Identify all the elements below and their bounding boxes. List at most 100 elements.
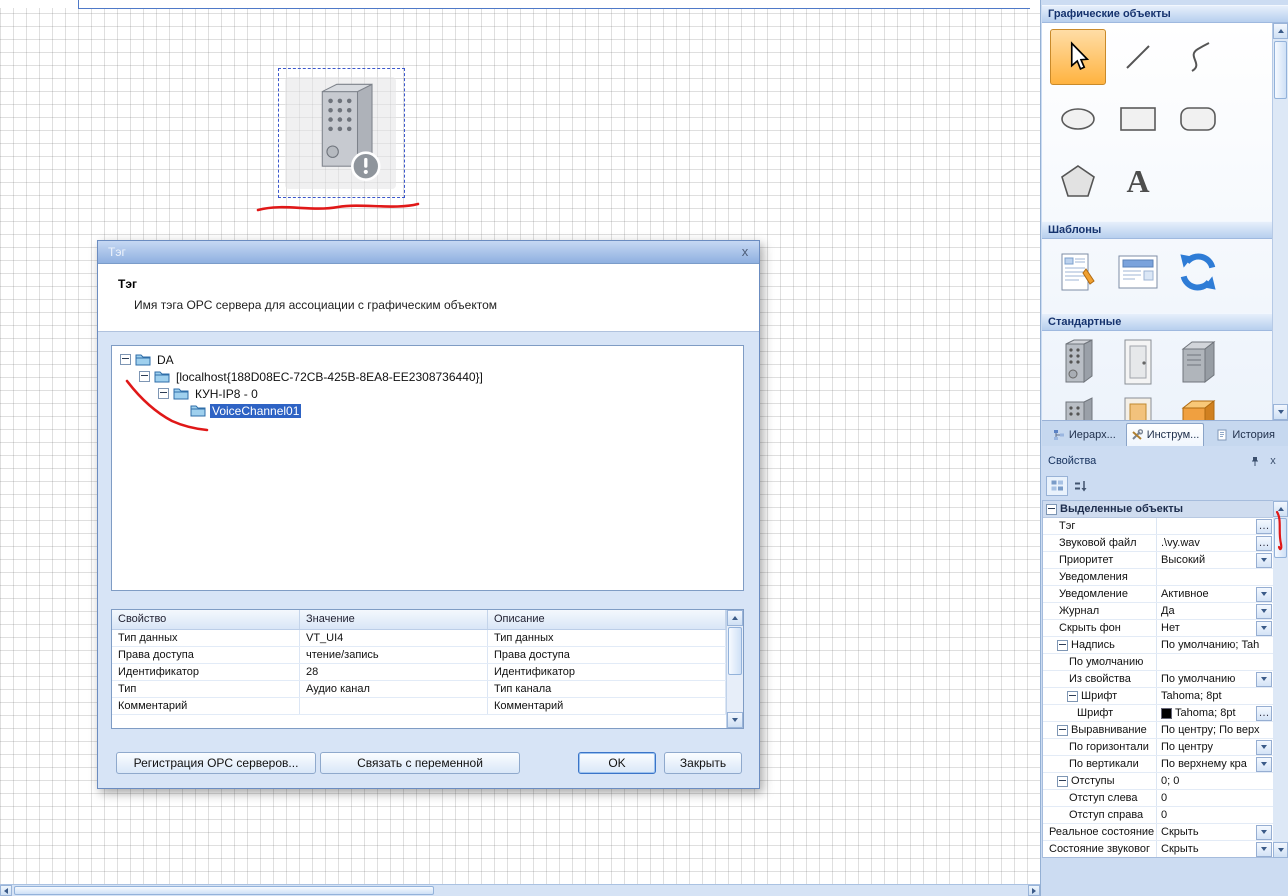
canvas-selected-object[interactable] xyxy=(278,68,405,198)
property-row[interactable]: Отступ слева 0 xyxy=(1043,790,1273,807)
opc-server-tree[interactable]: DA [localhost{188D08EC-72CB-425B-8EA8-EE… xyxy=(111,345,744,591)
standard-module-button[interactable] xyxy=(1170,394,1226,420)
table-row[interactable]: Тип данных VT_UI4 Тип данных xyxy=(112,630,743,647)
property-row[interactable]: Журнал Да xyxy=(1043,603,1273,620)
property-value[interactable]: Нет xyxy=(1157,620,1273,636)
ellipsis-button[interactable]: … xyxy=(1256,536,1272,551)
scroll-down-button[interactable] xyxy=(727,712,743,728)
standard-cabinet-button[interactable] xyxy=(1170,336,1226,388)
refresh-templates-button[interactable] xyxy=(1170,246,1226,298)
collapse-expander-icon[interactable] xyxy=(1057,725,1068,736)
scrollbar-thumb[interactable] xyxy=(14,886,434,895)
property-value[interactable]: Скрыть xyxy=(1157,841,1273,857)
ok-button[interactable]: OK xyxy=(578,752,656,774)
ellipsis-button[interactable]: … xyxy=(1256,519,1272,534)
standard-intercom2-button[interactable] xyxy=(1050,394,1106,420)
table-row[interactable]: Комментарий Комментарий xyxy=(112,698,743,715)
property-value[interactable]: … xyxy=(1157,518,1273,534)
property-category-row[interactable]: Выделенные объекты xyxy=(1043,501,1273,518)
table-row[interactable]: Тип Аудио канал Тип канала xyxy=(112,681,743,698)
properties-close-button[interactable]: x xyxy=(1266,454,1280,468)
tab-tools[interactable]: Инструм... xyxy=(1126,423,1205,446)
tree-item-da[interactable]: DA xyxy=(112,351,743,368)
collapse-expander-icon[interactable] xyxy=(1067,691,1078,702)
property-row[interactable]: Скрыть фон Нет xyxy=(1043,620,1273,637)
property-row[interactable]: Шрифт Tahoma; 8pt xyxy=(1043,688,1273,705)
dropdown-button[interactable] xyxy=(1256,604,1272,619)
collapse-expander-icon[interactable] xyxy=(139,371,150,382)
tool-rounded-rectangle-button[interactable] xyxy=(1170,91,1226,147)
template-window-button[interactable] xyxy=(1110,246,1166,298)
tab-hierarchy[interactable]: Иерарх... xyxy=(1045,423,1124,446)
scrollbar-thumb[interactable] xyxy=(1274,518,1287,558)
template-report-button[interactable] xyxy=(1050,246,1106,298)
tool-line-button[interactable] xyxy=(1110,29,1166,85)
tree-item-kun-ip8[interactable]: КУН-IP8 - 0 xyxy=(112,385,743,402)
property-value[interactable] xyxy=(1157,654,1273,670)
table-row[interactable]: Права доступа чтение/запись Права доступ… xyxy=(112,647,743,664)
canvas-horizontal-scrollbar[interactable] xyxy=(0,884,1040,896)
property-row[interactable]: Из свойства По умолчанию xyxy=(1043,671,1273,688)
property-value[interactable] xyxy=(1157,569,1273,585)
property-row[interactable]: Состояние звуковог Скрыть xyxy=(1043,841,1273,858)
property-row[interactable]: Отступ справа 0 xyxy=(1043,807,1273,824)
scroll-right-button[interactable] xyxy=(1028,885,1040,896)
alphabetical-sort-button[interactable] xyxy=(1069,476,1091,496)
property-row[interactable]: Уведомление Активное xyxy=(1043,586,1273,603)
scroll-up-button[interactable] xyxy=(1273,501,1288,517)
property-value[interactable]: По центру; По верх xyxy=(1157,722,1273,738)
dropdown-button[interactable] xyxy=(1256,842,1272,857)
tool-select-button[interactable] xyxy=(1050,29,1106,85)
dialog-titlebar[interactable]: Тэг x xyxy=(98,241,759,264)
close-button[interactable]: Закрыть xyxy=(664,752,742,774)
property-row[interactable]: Звуковой файл .\vy.wav … xyxy=(1043,535,1273,552)
dropdown-button[interactable] xyxy=(1256,587,1272,602)
property-value[interactable]: 0 xyxy=(1157,807,1273,823)
property-value[interactable]: 0; 0 xyxy=(1157,773,1273,789)
property-row[interactable]: Отступы 0; 0 xyxy=(1043,773,1273,790)
property-value[interactable]: По умолчанию xyxy=(1157,671,1273,687)
dropdown-button[interactable] xyxy=(1256,740,1272,755)
tool-polygon-button[interactable] xyxy=(1050,153,1106,209)
scrollbar-thumb[interactable] xyxy=(728,627,742,675)
standard-door-button[interactable] xyxy=(1110,336,1166,388)
tab-history[interactable]: История xyxy=(1206,423,1285,446)
toolbox-scrollbar[interactable] xyxy=(1272,23,1288,420)
tree-item-voicechannel01[interactable]: VoiceChannel01 xyxy=(112,402,743,419)
property-row[interactable]: Уведомления xyxy=(1043,569,1273,586)
collapse-expander-icon[interactable] xyxy=(1046,504,1057,515)
tool-rectangle-button[interactable] xyxy=(1110,91,1166,147)
table-scrollbar[interactable] xyxy=(726,610,743,728)
scroll-down-button[interactable] xyxy=(1273,842,1288,858)
scroll-up-button[interactable] xyxy=(727,610,743,626)
property-value[interactable]: По центру xyxy=(1157,739,1273,755)
dialog-close-button[interactable]: x xyxy=(737,243,753,261)
scroll-left-button[interactable] xyxy=(0,885,12,896)
property-value[interactable]: Да xyxy=(1157,603,1273,619)
scrollbar-thumb[interactable] xyxy=(1274,41,1287,99)
bind-variable-button[interactable]: Связать с переменной xyxy=(320,752,520,774)
property-row[interactable]: Реальное состояние Скрыть xyxy=(1043,824,1273,841)
property-value[interactable]: Активное xyxy=(1157,586,1273,602)
tool-text-button[interactable]: A xyxy=(1110,153,1166,209)
property-row[interactable]: По вертикали По верхнему кра xyxy=(1043,756,1273,773)
property-row[interactable]: Тэг … xyxy=(1043,518,1273,535)
ellipsis-button[interactable]: … xyxy=(1256,706,1272,721)
property-value[interactable]: .\vy.wav … xyxy=(1157,535,1273,551)
property-value[interactable]: 0 xyxy=(1157,790,1273,806)
property-row[interactable]: Надпись По умолчанию; Tah xyxy=(1043,637,1273,654)
pin-icon[interactable] xyxy=(1248,454,1262,468)
tool-curve-button[interactable] xyxy=(1170,29,1226,85)
properties-scrollbar[interactable] xyxy=(1273,500,1288,858)
collapse-expander-icon[interactable] xyxy=(120,354,131,365)
dropdown-button[interactable] xyxy=(1256,672,1272,687)
property-value[interactable]: По умолчанию; Tah xyxy=(1157,637,1273,653)
property-row[interactable]: Шрифт Tahoma; 8pt … xyxy=(1043,705,1273,722)
property-row[interactable]: Выравнивание По центру; По верх xyxy=(1043,722,1273,739)
collapse-expander-icon[interactable] xyxy=(1057,776,1068,787)
property-row[interactable]: По умолчанию xyxy=(1043,654,1273,671)
property-value[interactable]: Tahoma; 8pt xyxy=(1157,688,1273,704)
standard-intercom-button[interactable] xyxy=(1050,336,1106,388)
property-value[interactable]: Высокий xyxy=(1157,552,1273,568)
property-value[interactable]: Скрыть xyxy=(1157,824,1273,840)
